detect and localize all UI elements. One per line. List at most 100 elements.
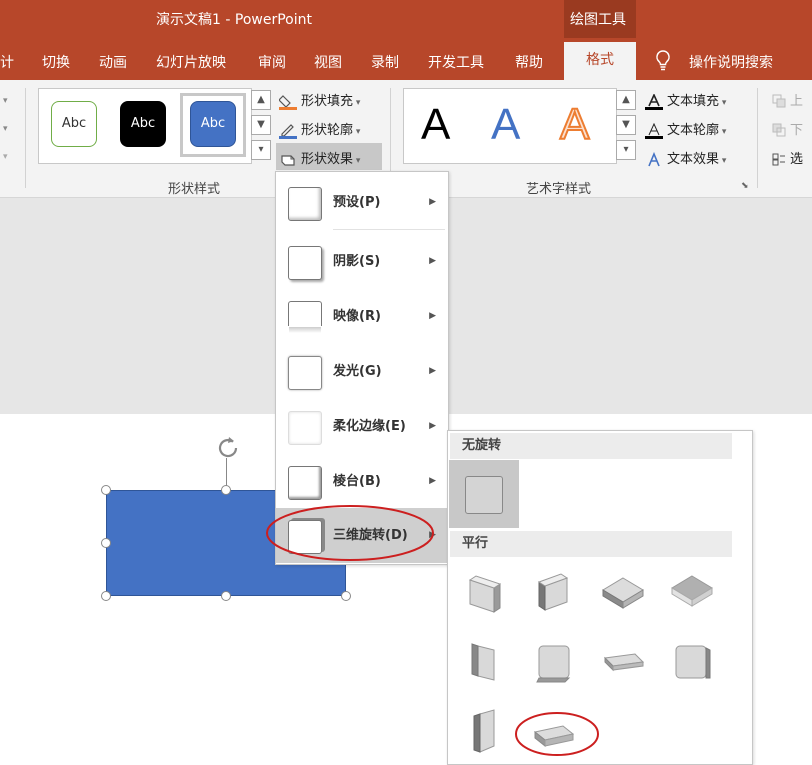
- group-separator: [757, 88, 758, 188]
- shape-style-preset-black[interactable]: Abc: [120, 101, 166, 147]
- submenu-arrow-icon: ▶: [429, 366, 436, 376]
- 3d-shape-icon: [671, 575, 713, 607]
- preset-isometric-top-down[interactable]: [664, 564, 720, 620]
- tab-developer[interactable]: 开发工具: [428, 52, 484, 72]
- pencil-outline-icon: [279, 123, 297, 139]
- lightbulb-icon[interactable]: [654, 49, 672, 75]
- gallery-scroll-up-icon[interactable]: ▲: [251, 90, 271, 110]
- resize-handle-top-left[interactable]: [101, 485, 111, 495]
- preset-off-axis-right-alt[interactable]: [664, 634, 720, 690]
- preset-off-axis-right[interactable]: [525, 634, 581, 690]
- text-effects-icon: [645, 151, 663, 168]
- resize-handle-bottom-right[interactable]: [341, 591, 351, 601]
- flat-square-icon: [465, 476, 503, 514]
- preset-isometric-top-up[interactable]: [595, 564, 651, 620]
- preset-effect-icon: [288, 187, 322, 221]
- resize-handle-bottom-left[interactable]: [101, 591, 111, 601]
- tab-recording[interactable]: 录制: [371, 52, 399, 72]
- wordart-scroll-up-icon[interactable]: ▲: [616, 90, 636, 110]
- group-separator: [25, 88, 26, 188]
- tell-me-search[interactable]: 操作说明搜索: [689, 52, 773, 72]
- shape-styles-group-label: 形状样式: [168, 182, 221, 197]
- dropdown-arrow-icon[interactable]: ▾: [3, 152, 8, 162]
- preset-isometric-left-tall[interactable]: [456, 704, 512, 760]
- wordart-more-icon[interactable]: ▾: [616, 140, 636, 160]
- menu-item-soft-edges[interactable]: 柔化边缘(E) ▶: [276, 399, 448, 454]
- 3d-shape-icon: [675, 645, 711, 679]
- shape-effects-button[interactable]: 形状效果 ▾: [279, 148, 360, 168]
- 3d-shape-icon: [473, 709, 495, 753]
- shape-outline-button[interactable]: 形状轮廓 ▾: [279, 119, 360, 139]
- reflection-effect-icon: [288, 301, 322, 326]
- text-outline-button[interactable]: 文本轮廓 ▾: [645, 119, 726, 139]
- 3d-shape-icon: [537, 573, 569, 611]
- send-backward-button[interactable]: 下: [772, 119, 803, 139]
- tab-slideshow[interactable]: 幻灯片放映: [156, 52, 226, 72]
- shape-style-preset-outline[interactable]: Abc: [51, 101, 97, 147]
- preset-isometric-left-down[interactable]: [456, 564, 512, 620]
- gallery-more-icon[interactable]: ▾: [251, 140, 271, 160]
- wordart-styles-group-label: 艺术字样式: [526, 182, 592, 197]
- selection-pane-icon: [772, 152, 786, 168]
- tab-animations[interactable]: 动画: [99, 52, 127, 72]
- 3d-shape-icon: [536, 645, 571, 683]
- wordart-preset-orange-outline[interactable]: A: [559, 99, 590, 150]
- shape-fill-button[interactable]: 形状填充 ▾: [278, 90, 360, 110]
- text-fill-button[interactable]: 文本填充 ▾: [645, 90, 726, 110]
- 3d-rotation-submenu: 无旋转 平行: [447, 430, 753, 765]
- soft-edges-icon: [288, 411, 322, 445]
- title-bar: [0, 0, 812, 38]
- window-title: 演示文稿1 - PowerPoint: [156, 12, 312, 28]
- text-fill-icon: [645, 92, 663, 110]
- submenu-arrow-icon: ▶: [429, 421, 436, 431]
- submenu-arrow-icon: ▶: [429, 197, 436, 207]
- glow-effect-icon: [288, 356, 322, 390]
- bring-forward-icon: [772, 94, 786, 110]
- dialog-launcher-icon[interactable]: ⬊: [741, 181, 749, 191]
- tab-help[interactable]: 帮助: [515, 52, 543, 72]
- shape-style-preset-blue[interactable]: Abc: [190, 101, 236, 147]
- section-header-parallel: 平行: [450, 531, 732, 557]
- highlight-circle-3d-rotation: [265, 504, 435, 562]
- resize-handle-top[interactable]: [221, 485, 231, 495]
- tab-design[interactable]: 计: [0, 52, 14, 72]
- highlight-circle-preset: [514, 711, 600, 757]
- preset-isometric-right-up[interactable]: [525, 564, 581, 620]
- dropdown-arrow-icon[interactable]: ▾: [3, 124, 8, 134]
- wordart-preset-blue[interactable]: A: [491, 100, 520, 150]
- wordart-scroll-down-icon[interactable]: ▼: [616, 115, 636, 135]
- resize-handle-left[interactable]: [101, 538, 111, 548]
- rotate-handle-icon[interactable]: [212, 434, 244, 466]
- menu-item-shadow[interactable]: 阴影(S) ▶: [276, 234, 448, 289]
- 3d-shape-icon: [603, 653, 645, 672]
- wordart-preset-black[interactable]: A: [421, 100, 450, 150]
- section-header-no-rotation: 无旋转: [450, 433, 732, 459]
- submenu-arrow-icon: ▶: [429, 476, 436, 486]
- tab-view[interactable]: 视图: [314, 52, 342, 72]
- gallery-scroll-down-icon[interactable]: ▼: [251, 115, 271, 135]
- paint-bucket-icon: [278, 94, 297, 110]
- submenu-arrow-icon: ▶: [429, 256, 436, 266]
- app-name: PowerPoint: [234, 12, 312, 28]
- document-name: 演示文稿1: [156, 12, 221, 28]
- menu-item-preset[interactable]: 预设(P) ▶: [276, 175, 448, 230]
- dropdown-arrow-icon[interactable]: ▾: [3, 96, 8, 106]
- menu-item-bevel[interactable]: 棱台(B) ▶: [276, 454, 448, 509]
- tab-review[interactable]: 审阅: [258, 52, 286, 72]
- submenu-arrow-icon: ▶: [429, 311, 436, 321]
- preset-oblique-top[interactable]: [595, 634, 651, 690]
- preset-no-rotation[interactable]: [449, 460, 519, 528]
- menu-item-reflection[interactable]: 映像(R) ▶: [276, 289, 448, 344]
- menu-separator: [333, 229, 445, 230]
- text-effects-button[interactable]: 文本效果 ▾: [645, 148, 726, 168]
- selection-pane-button[interactable]: 选: [772, 148, 803, 168]
- tab-format[interactable]: 格式: [564, 42, 636, 80]
- tab-transitions[interactable]: 切换: [42, 52, 70, 72]
- shape-effects-icon: [279, 152, 297, 168]
- 3d-shape-icon: [468, 575, 502, 613]
- drawing-tools-label: 绘图工具: [570, 12, 626, 28]
- menu-item-glow[interactable]: 发光(G) ▶: [276, 344, 448, 399]
- resize-handle-bottom[interactable]: [221, 591, 231, 601]
- bring-forward-button[interactable]: 上: [772, 90, 803, 110]
- preset-off-axis-left[interactable]: [456, 634, 512, 690]
